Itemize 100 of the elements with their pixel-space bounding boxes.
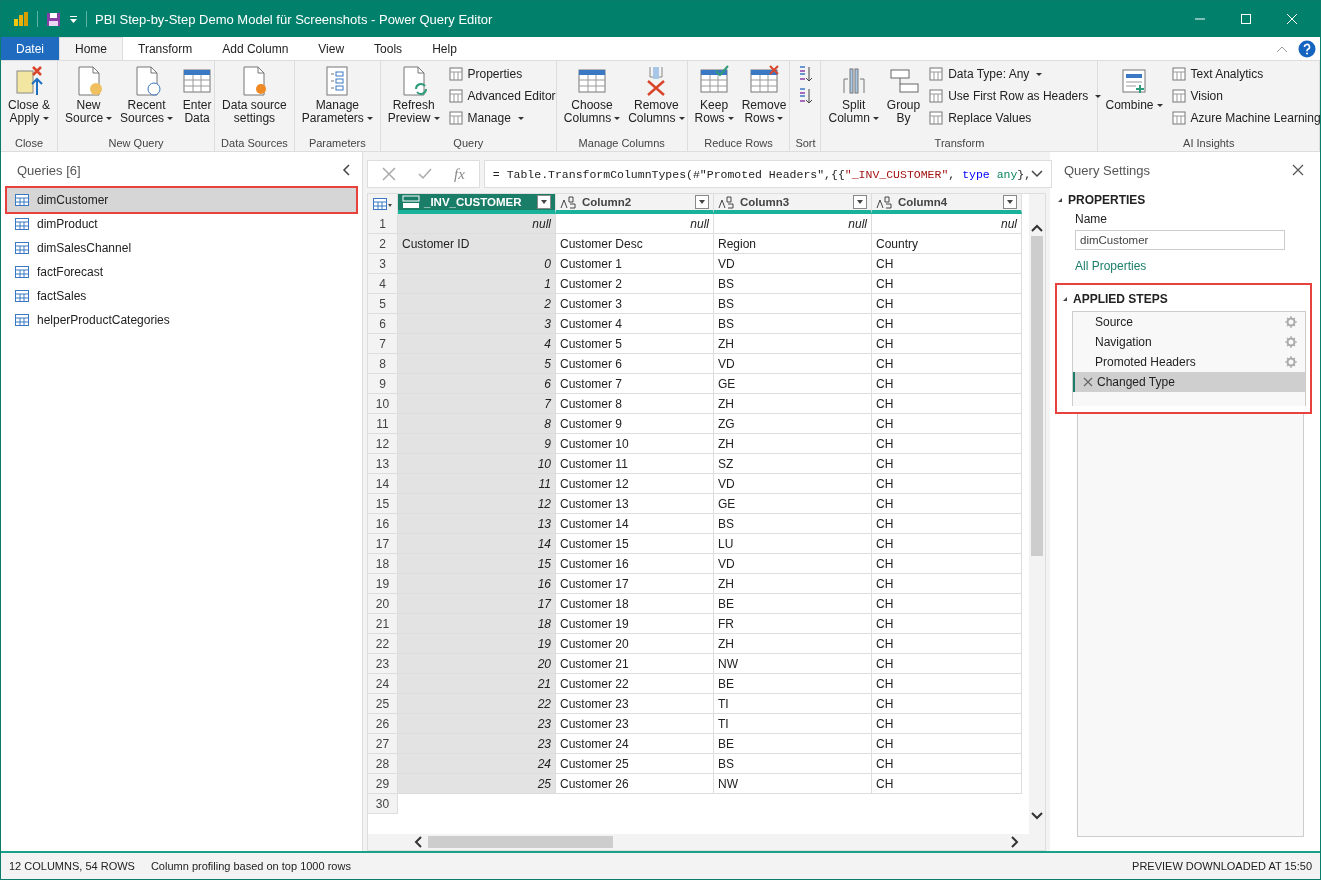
name-field[interactable]: dimCustomer xyxy=(1075,230,1285,250)
ribbon-button[interactable]: Text Analytics xyxy=(1166,63,1320,85)
ribbon-group-label: New Query xyxy=(107,137,165,151)
close-icon[interactable] xyxy=(1292,164,1304,176)
menu-tab[interactable]: Add Column xyxy=(207,37,304,60)
help-icon[interactable] xyxy=(1298,39,1316,58)
table-cell: Customer 15 xyxy=(556,534,714,554)
filter-dropdown-icon[interactable] xyxy=(853,195,867,209)
ribbon-button[interactable]: Group By xyxy=(882,63,925,135)
caret-icon[interactable] xyxy=(69,14,78,24)
table-cell: CH xyxy=(872,694,1022,714)
filter-dropdown-icon[interactable] xyxy=(1003,195,1017,209)
scrollbar-thumb[interactable] xyxy=(428,836,613,848)
applied-step[interactable]: Navigation xyxy=(1073,332,1305,352)
table-cell: Customer 18 xyxy=(556,594,714,614)
save-icon[interactable] xyxy=(46,11,61,27)
table-cell: CH xyxy=(872,494,1022,514)
menu-tab[interactable]: Home xyxy=(59,37,124,60)
row-number: 11 xyxy=(368,414,398,434)
query-item[interactable]: dimCustomer xyxy=(7,188,356,212)
ribbon-button[interactable]: Vision xyxy=(1166,85,1320,107)
menu-tab[interactable]: Datei xyxy=(1,37,59,60)
column-header[interactable]: _INV_CUSTOMER xyxy=(398,194,556,214)
query-item[interactable]: factForecast xyxy=(7,260,356,284)
ribbon-button[interactable]: Azure Machine Learning xyxy=(1166,107,1320,129)
table-icon xyxy=(1170,110,1187,126)
maximize-icon[interactable] xyxy=(1240,13,1252,25)
ribbon-group-label: Parameters xyxy=(307,137,367,151)
menu-tab[interactable]: View xyxy=(303,37,360,60)
table-cell: ZH xyxy=(714,334,872,354)
query-item[interactable]: dimSalesChannel xyxy=(7,236,356,260)
scroll-left-icon[interactable] xyxy=(414,836,422,848)
table-cell: CH xyxy=(872,574,1022,594)
ribbon-group-label: AI Insights xyxy=(1182,137,1236,151)
table-cell: 21 xyxy=(398,674,556,694)
scroll-down-icon[interactable] xyxy=(1031,812,1043,820)
table-cell: CH xyxy=(872,774,1022,794)
query-item[interactable]: helperProductCategories xyxy=(7,308,356,332)
queries-title: Queries [6] xyxy=(17,162,81,178)
ribbon-button[interactable]: Close & Apply xyxy=(4,63,55,135)
ribbon-button[interactable]: Enter Data xyxy=(177,63,218,135)
applied-step[interactable]: Promoted Headers xyxy=(1073,352,1305,372)
table-cell: CH xyxy=(872,374,1022,394)
ribbon-button[interactable]: Refresh Preview xyxy=(383,63,444,135)
scroll-right-icon[interactable] xyxy=(1011,836,1019,848)
ribbon-button[interactable]: Properties xyxy=(443,63,560,85)
table-cell: Customer 6 xyxy=(556,354,714,374)
check-icon[interactable] xyxy=(418,167,432,181)
table-cell: BE xyxy=(714,734,872,754)
table-cell: CH xyxy=(872,514,1022,534)
ribbon-button[interactable]: Advanced Editor xyxy=(443,85,560,107)
query-item[interactable]: dimProduct xyxy=(7,212,356,236)
scroll-up-icon[interactable] xyxy=(1031,224,1043,232)
column-header[interactable]: Column3 xyxy=(714,194,872,214)
formula-field[interactable]: = Table.TransformColumnTypes(#"Promoted Headers",{{"_INV_CUSTOMER", type any}, xyxy=(483,160,1053,188)
table-cell: Customer 16 xyxy=(556,554,714,574)
table-cell: Region xyxy=(714,234,872,254)
table-cell: 24 xyxy=(398,754,556,774)
scrollbar-thumb[interactable] xyxy=(1031,236,1043,556)
table-menu-icon[interactable] xyxy=(372,197,393,211)
function-label[interactable]: fx xyxy=(454,165,465,183)
query-item[interactable]: factSales xyxy=(7,284,356,308)
table-cell: null xyxy=(398,214,556,234)
column-header[interactable]: Column2 xyxy=(556,194,714,214)
ribbon-button[interactable]: Split Column xyxy=(824,63,883,135)
applied-step[interactable]: Changed Type xyxy=(1073,372,1305,392)
all-properties-link[interactable]: All Properties xyxy=(1075,259,1312,273)
row-number: 21 xyxy=(368,614,398,634)
ribbon-button[interactable]: Data source settings xyxy=(218,63,291,135)
row-number: 12 xyxy=(368,434,398,454)
table-cell: Customer 24 xyxy=(556,734,714,754)
ribbon-button[interactable]: Recent Sources xyxy=(116,63,178,135)
ribbon-button[interactable]: Choose Columns xyxy=(559,63,625,135)
menu-tab[interactable]: Transform xyxy=(123,37,208,60)
ribbon-button[interactable]: Manage Parameters xyxy=(297,63,377,135)
table-cell: CH xyxy=(872,734,1022,754)
table-cell: ZH xyxy=(714,574,872,594)
ribbon-button[interactable]: Remove Rows xyxy=(737,63,791,135)
table-cell: CH xyxy=(872,394,1022,414)
applied-step[interactable]: Source xyxy=(1073,312,1305,332)
table-cell: CH xyxy=(872,634,1022,654)
table-cell: VD xyxy=(714,254,872,274)
row-number: 10 xyxy=(368,394,398,414)
collapse-ribbon-icon[interactable] xyxy=(1276,44,1288,53)
table-cell: CH xyxy=(872,254,1022,274)
collapse-icon[interactable] xyxy=(342,164,350,176)
status-text: Column profiling based on top 1000 rows xyxy=(150,860,351,872)
column-header[interactable]: Column4 xyxy=(872,194,1022,214)
expand-icon[interactable] xyxy=(1031,170,1044,178)
delete-icon[interactable] xyxy=(1083,377,1093,387)
menu-tab[interactable]: Tools xyxy=(359,37,418,60)
ribbon-button[interactable]: Manage xyxy=(443,107,560,129)
table-cell: CH xyxy=(872,654,1022,674)
filter-dropdown-icon[interactable] xyxy=(695,195,709,209)
ribbon-button[interactable]: New Source xyxy=(61,63,117,135)
filter-dropdown-icon[interactable] xyxy=(537,195,551,209)
ribbon-button[interactable]: Keep Rows xyxy=(690,63,738,135)
table-cell: 20 xyxy=(398,654,556,674)
menu-tab[interactable]: Help xyxy=(417,37,472,60)
ribbon-button[interactable]: Remove Columns xyxy=(624,63,689,135)
